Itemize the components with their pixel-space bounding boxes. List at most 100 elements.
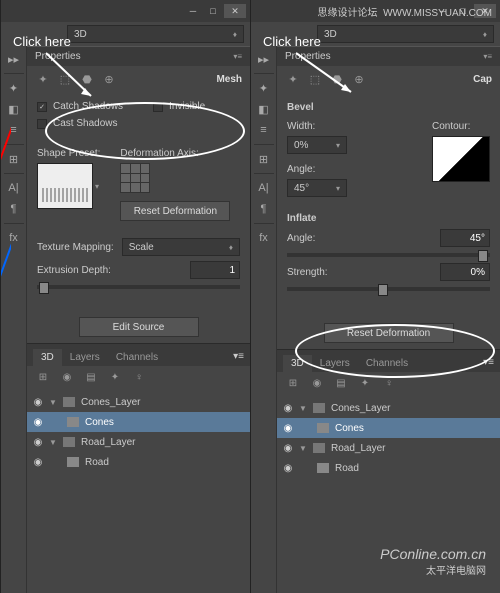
- properties-subtitle: Cap: [473, 74, 492, 85]
- tree-row[interactable]: ◉▼Cones_Layer: [277, 398, 500, 418]
- layer-tree: ◉▼Cones_Layer ◉Cones ◉▼Road_Layer ◉Road: [277, 394, 500, 527]
- extrusion-depth-input[interactable]: 1: [190, 261, 240, 279]
- tree-row[interactable]: ◉Road: [27, 452, 250, 472]
- catch-shadows-checkbox[interactable]: ✓Catch Shadows: [37, 101, 123, 112]
- strength-label: Strength:: [287, 267, 328, 278]
- filter-bulb-icon[interactable]: ♀: [381, 375, 397, 391]
- visibility-icon[interactable]: ◉: [281, 403, 295, 414]
- visibility-icon[interactable]: ◉: [31, 397, 45, 408]
- filter-light-icon[interactable]: ◉: [59, 369, 75, 385]
- panel-menu-icon[interactable]: ▾≡: [483, 52, 492, 61]
- watermark-text: 思缘设计论坛: [318, 8, 378, 19]
- visibility-icon[interactable]: ◉: [281, 443, 295, 454]
- cast-shadows-checkbox[interactable]: Cast Shadows: [37, 118, 240, 129]
- tab-3d[interactable]: 3D: [283, 355, 312, 372]
- workspace-select[interactable]: 3D♦: [317, 25, 494, 43]
- preset-dropdown-icon[interactable]: ▾: [95, 182, 99, 191]
- tool-fx-icon[interactable]: fx: [254, 229, 274, 247]
- filter-mesh-icon[interactable]: ▤: [83, 369, 99, 385]
- reset-deformation-button[interactable]: Reset Deformation: [324, 323, 454, 343]
- properties-tabs: ✦ ⬚ ⬣ ⊕ Cap: [277, 66, 500, 92]
- panel-menu-icon[interactable]: ▾≡: [233, 52, 242, 61]
- filter-mat-icon[interactable]: ✦: [357, 375, 373, 391]
- filter-mesh-icon[interactable]: ▤: [333, 375, 349, 391]
- tab-layers[interactable]: Layers: [62, 349, 108, 366]
- minimize-button[interactable]: ─: [184, 4, 202, 18]
- texture-mapping-select[interactable]: Scale♦: [122, 238, 240, 256]
- panel-menu-icon[interactable]: ▾≡: [477, 353, 500, 372]
- watermark-url: WWW.MISSYUAN.COM: [383, 8, 492, 19]
- cap-tab-icon[interactable]: ⬣: [329, 71, 345, 87]
- extrusion-depth-label: Extrusion Depth:: [37, 265, 111, 276]
- visibility-icon[interactable]: ◉: [31, 437, 45, 448]
- tab-channels[interactable]: Channels: [358, 355, 416, 372]
- extrusion-slider[interactable]: [37, 285, 240, 289]
- annotation-click-here: Click here: [13, 34, 71, 49]
- mesh-icon: [317, 423, 329, 433]
- tab-3d[interactable]: 3D: [33, 349, 62, 366]
- watermark-cn: 太平洋电脑网: [380, 562, 486, 577]
- tool-icon[interactable]: ≡: [254, 121, 274, 139]
- tree-row[interactable]: ◉▼Road_Layer: [27, 432, 250, 452]
- deformation-axis-grid[interactable]: [120, 163, 150, 193]
- properties-header: Properties▾≡: [27, 46, 250, 66]
- annotation-click-here: Click here: [263, 34, 321, 49]
- visibility-icon[interactable]: ◉: [31, 417, 45, 428]
- invisible-checkbox[interactable]: Invisible: [153, 101, 205, 112]
- cap-tab-icon[interactable]: ⬣: [79, 71, 95, 87]
- panel-menu-icon[interactable]: ▾≡: [227, 347, 250, 366]
- filter-light-icon[interactable]: ◉: [309, 375, 325, 391]
- tool-icon[interactable]: ◧: [254, 100, 274, 118]
- tree-row[interactable]: ◉Cones: [27, 412, 250, 432]
- collapse-icon[interactable]: ▸▸: [254, 50, 274, 68]
- contour-thumb[interactable]: [432, 136, 490, 182]
- filter-env-icon[interactable]: ⊞: [285, 375, 301, 391]
- tool-paragraph-icon[interactable]: ¶: [254, 200, 274, 218]
- edit-source-button[interactable]: Edit Source: [79, 317, 199, 337]
- coord-tab-icon[interactable]: ⊕: [351, 71, 367, 87]
- tree-row[interactable]: ◉Road: [277, 458, 500, 478]
- coord-tab-icon[interactable]: ⊕: [101, 71, 117, 87]
- filter-bulb-icon[interactable]: ♀: [131, 369, 147, 385]
- inflate-angle-slider[interactable]: [287, 253, 490, 257]
- width-select[interactable]: 0%▾: [287, 136, 347, 154]
- toolstrip: ▸▸ ✦ ◧ ≡ ⊞ A| ¶ fx: [251, 46, 277, 593]
- filter-mat-icon[interactable]: ✦: [107, 369, 123, 385]
- visibility-icon[interactable]: ◉: [31, 457, 45, 468]
- angle-label: Angle:: [287, 164, 412, 175]
- visibility-icon[interactable]: ◉: [281, 463, 295, 474]
- tree-row[interactable]: ◉▼Road_Layer: [277, 438, 500, 458]
- deformation-axis-label: Deformation Axis:: [120, 148, 230, 159]
- watermark-pconline: PConline.com.cn: [380, 546, 486, 562]
- inflate-angle-label: Angle:: [287, 233, 315, 244]
- texture-mapping-label: Texture Mapping:: [37, 242, 114, 253]
- tree-row[interactable]: ◉Cones: [277, 418, 500, 438]
- inflate-angle-input[interactable]: 45°: [440, 229, 490, 247]
- strength-slider[interactable]: [287, 287, 490, 291]
- reset-deformation-button[interactable]: Reset Deformation: [120, 201, 230, 221]
- folder-icon: [313, 443, 325, 453]
- deform-tab-icon[interactable]: ⬚: [57, 71, 73, 87]
- mesh-tab-icon[interactable]: ✦: [35, 71, 51, 87]
- tab-layers[interactable]: Layers: [312, 355, 358, 372]
- shape-preset-thumb[interactable]: [37, 163, 93, 209]
- contour-label: Contour:: [432, 121, 490, 132]
- shape-preset-label: Shape Preset:: [37, 148, 100, 159]
- inflate-label: Inflate: [287, 213, 490, 224]
- tool-icon[interactable]: ✦: [254, 79, 274, 97]
- angle-select[interactable]: 45°▾: [287, 179, 347, 197]
- strength-input[interactable]: 0%: [440, 263, 490, 281]
- folder-icon: [63, 397, 75, 407]
- tool-icon[interactable]: ⊞: [254, 150, 274, 168]
- deform-tab-icon[interactable]: ⬚: [307, 71, 323, 87]
- filter-env-icon[interactable]: ⊞: [35, 369, 51, 385]
- mesh-icon: [67, 417, 79, 427]
- workspace-select[interactable]: 3D♦: [67, 25, 244, 43]
- tree-row[interactable]: ◉▼Cones_Layer: [27, 392, 250, 412]
- close-button[interactable]: ✕: [224, 4, 246, 18]
- visibility-icon[interactable]: ◉: [281, 423, 295, 434]
- mesh-tab-icon[interactable]: ✦: [285, 71, 301, 87]
- tool-a-icon[interactable]: A|: [254, 179, 274, 197]
- maximize-button[interactable]: □: [204, 4, 222, 18]
- tab-channels[interactable]: Channels: [108, 349, 166, 366]
